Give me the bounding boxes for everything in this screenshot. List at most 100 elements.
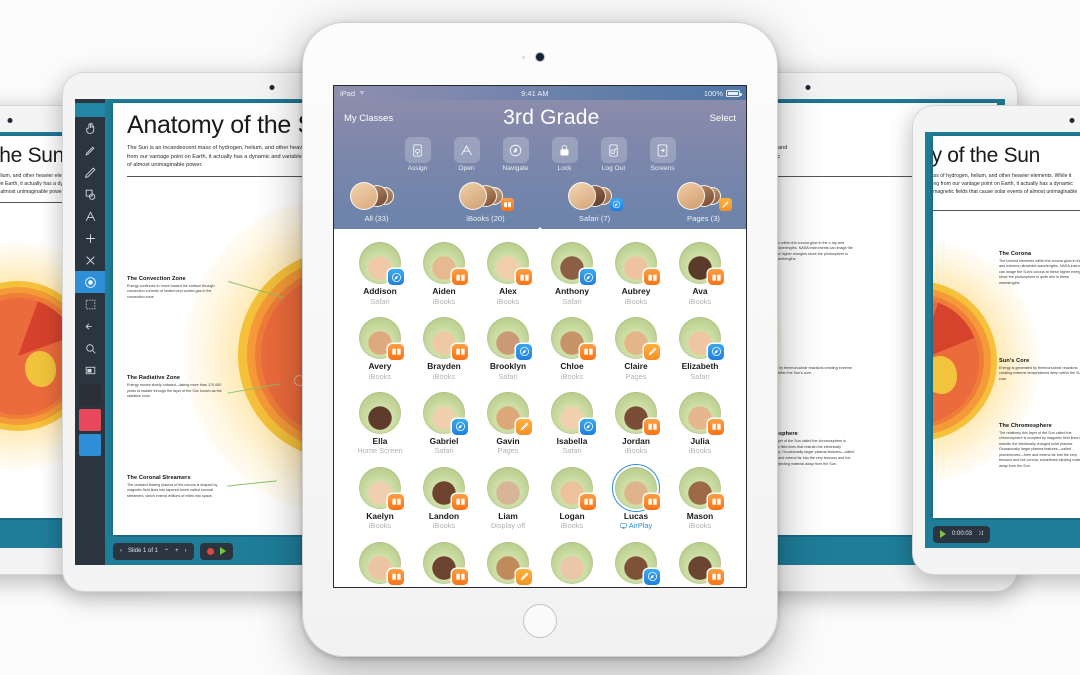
student-cell[interactable]: Landon iBooks (412, 466, 476, 531)
shuffle-icon[interactable]: ⤨ (978, 531, 983, 538)
student-cell[interactable]: Liam Display off (476, 466, 540, 531)
filter-tab-safari[interactable]: Safari (7) (562, 179, 627, 223)
select-button[interactable]: Select (710, 113, 736, 124)
play-icon[interactable] (219, 547, 226, 555)
student-cell[interactable]: Chloe iBooks (540, 316, 604, 381)
student-cell[interactable]: Avery iBooks (348, 316, 412, 381)
student-cell[interactable]: Alex iBooks (476, 242, 540, 306)
student-cell[interactable]: SavannahiBooks (668, 541, 732, 587)
student-cell[interactable]: Gabriel Safari (412, 391, 476, 456)
record-target-icon[interactable] (75, 271, 105, 293)
student-cell[interactable]: Jordan iBooks (604, 391, 668, 456)
text-icon[interactable] (75, 205, 105, 227)
ambient-sensor (522, 56, 525, 59)
safari-badge-icon (516, 343, 532, 360)
student-cell[interactable]: Elizabeth Safari (668, 316, 732, 381)
avatar-wrapper (423, 242, 468, 285)
student-cell[interactable]: Ava iBooks (668, 242, 732, 306)
student-status: Display off (490, 521, 526, 531)
student-cell[interactable]: Lucas AirPlay (604, 463, 668, 531)
ibooks-badge-icon (388, 343, 404, 360)
student-status: Safari (562, 446, 582, 456)
pages-badge-icon (516, 568, 532, 585)
student-cell[interactable]: Logan iBooks (540, 466, 604, 531)
back-button-my-classes[interactable]: My Classes (344, 113, 393, 124)
student-cell[interactable]: Julia iBooks (668, 391, 732, 456)
foreground-ipad: iPad 9:41 AM 100% My Classes 3rd Grade S… (302, 22, 778, 657)
student-cell[interactable]: Isabella Safari (540, 391, 604, 456)
playback-pill[interactable]: 0:00:03 ⤨ (933, 525, 990, 543)
classroom-app-screen: iPad 9:41 AM 100% My Classes 3rd Grade S… (333, 85, 747, 588)
avatar-wrapper (679, 541, 724, 585)
zoom-icon[interactable] (75, 337, 105, 359)
student-cell[interactable]: Anthony Safari (540, 242, 604, 306)
action-assign[interactable]: Assign (400, 137, 436, 172)
student-name: Landon (428, 510, 460, 521)
avatar-wrapper (423, 541, 468, 585)
filter-tab-pages[interactable]: Pages (3) (671, 179, 736, 223)
chevron-left-icon[interactable]: ‹ (120, 548, 122, 554)
record-play-pill[interactable] (199, 542, 233, 560)
avatar-wrapper (359, 316, 404, 360)
student-grid-area: Addison Safari Aiden iBooks Alex iBooks Anthon… (334, 229, 746, 587)
chevron-right-icon[interactable]: › (185, 548, 187, 554)
color-swatch-red[interactable] (79, 409, 101, 431)
ibooks-badge-icon (644, 269, 660, 285)
play-icon[interactable] (940, 530, 946, 538)
timer-label: 0:00:03 (952, 531, 973, 537)
action-navigate[interactable]: Navigate (498, 137, 534, 172)
shapes-icon[interactable] (75, 183, 105, 205)
student-cell[interactable]: Brooklyn Safari (476, 316, 540, 381)
student-cell[interactable]: OwenDisplay off (540, 541, 604, 587)
student-cell[interactable]: Aubrey iBooks (604, 242, 668, 306)
student-cell[interactable]: Mason iBooks (668, 466, 732, 531)
home-button[interactable] (523, 604, 557, 638)
student-cell[interactable]: Aiden iBooks (412, 242, 476, 306)
lock-icon (551, 137, 578, 163)
avatar-wrapper (551, 391, 596, 435)
color-swatch-blue[interactable] (79, 434, 101, 456)
slide-nav-pill[interactable]: ‹ Slide 1 of 1 ⌃ + › (113, 542, 194, 560)
avatar (459, 182, 487, 210)
student-cell[interactable]: Claire Pages (604, 316, 668, 381)
hand-icon[interactable] (75, 117, 105, 139)
student-cell[interactable]: Brayden iBooks (412, 316, 476, 381)
drawing-toolbar[interactable] (75, 99, 105, 565)
action-label: Lock (557, 165, 572, 172)
filter-tab-all[interactable]: All (33) (344, 179, 548, 235)
avatar-wrapper (487, 391, 532, 435)
action-log-out[interactable]: Log Out (596, 137, 632, 172)
student-cell[interactable]: Addison Safari (348, 242, 412, 306)
student-cell[interactable]: Kaelyn iBooks (348, 466, 412, 531)
action-lock[interactable]: Lock (547, 137, 583, 172)
slide-note: The Convection Zone Energy continues to … (127, 275, 215, 299)
undo-icon[interactable] (75, 315, 105, 337)
student-cell[interactable]: Gavin Pages (476, 391, 540, 456)
student-cell[interactable]: NatalieiBooks (412, 541, 476, 587)
student-cell[interactable]: RileySafari (604, 541, 668, 587)
pen-icon[interactable] (75, 139, 105, 161)
record-icon[interactable] (206, 547, 214, 555)
pencil-icon[interactable] (75, 161, 105, 183)
selected-caret (532, 227, 548, 235)
action-open[interactable]: Open (449, 137, 485, 172)
student-status: iBooks (688, 296, 712, 306)
student-cell[interactable]: NoahPages (476, 541, 540, 587)
delete-icon[interactable] (75, 249, 105, 271)
select-frame-icon[interactable] (75, 293, 105, 315)
student-name: Mason (686, 510, 714, 521)
student-name: Jordan (622, 435, 650, 446)
slide-title: Anatomy of the Sun (933, 144, 1041, 167)
student-cell[interactable]: MiaiBooks (348, 541, 412, 587)
filter-tab-ibooks[interactable]: iBooks (20) (453, 179, 518, 223)
student-cell[interactable]: Ella Home Screen (348, 391, 412, 456)
plus-icon[interactable]: + (175, 548, 179, 554)
navigation-bar: My Classes 3rd Grade Select Assign Open (334, 100, 746, 235)
chevron-up-icon[interactable]: ⌃ (164, 548, 169, 555)
student-status: iBooks (624, 446, 648, 456)
action-screens[interactable]: Screens (645, 137, 681, 172)
color-swatch-black[interactable] (79, 384, 101, 406)
layers-icon[interactable] (75, 359, 105, 381)
background-ipad-far-right: Anatomy of the Sun The Sun is an incande… (912, 105, 1080, 575)
add-icon[interactable] (75, 227, 105, 249)
